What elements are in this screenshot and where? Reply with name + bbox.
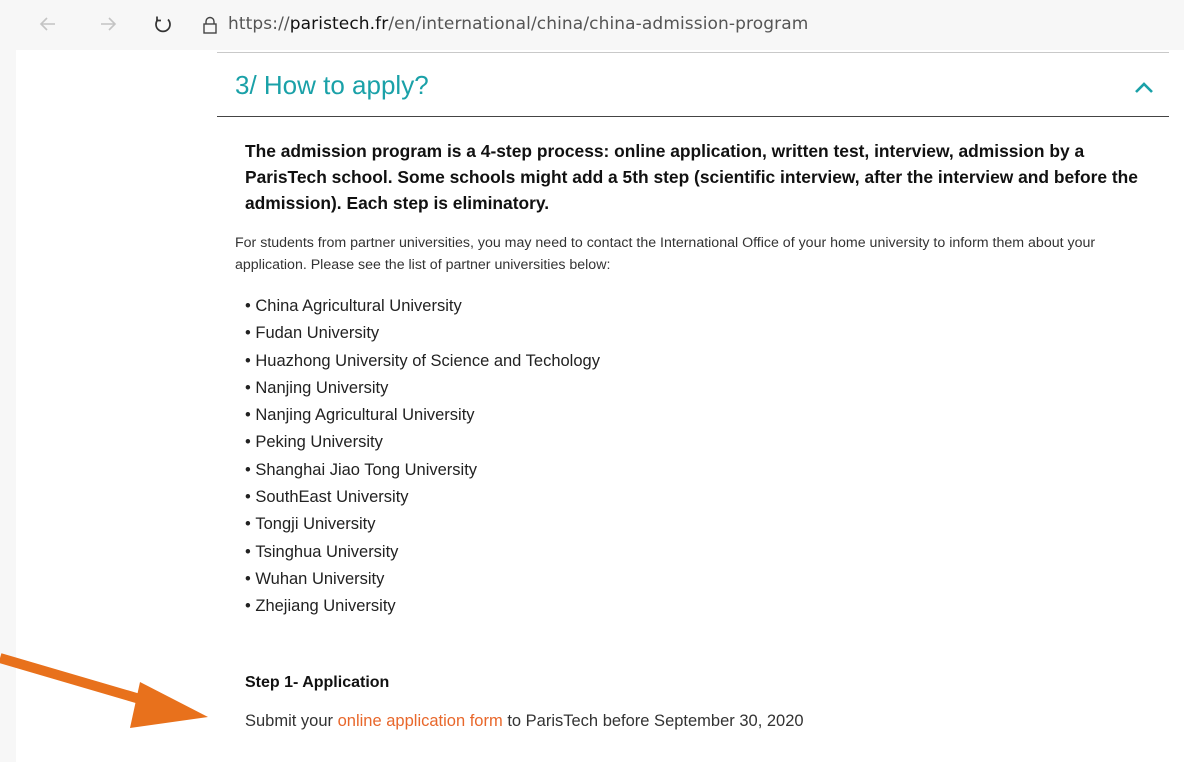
intro-paragraph: For students from partner universities, … <box>235 235 1096 273</box>
annotation-arrow-icon <box>0 653 208 728</box>
url-path: /en/international/china/china-admission-… <box>388 14 809 34</box>
lead-paragraph: The admission program is a 4-step proces… <box>245 141 1138 213</box>
list-item: Zhejiang University <box>245 593 600 620</box>
list-item: SouthEast University <box>245 484 600 511</box>
step-1-text: Submit your online application form to P… <box>245 712 804 731</box>
partner-university-list: China Agricultural University Fudan Univ… <box>245 293 600 621</box>
refresh-icon <box>155 16 171 33</box>
section-title[interactable]: 3/ How to apply? <box>235 70 429 101</box>
list-item: China Agricultural University <box>245 293 600 320</box>
address-bar[interactable]: https://paristech.fr/en/international/ch… <box>228 14 808 34</box>
list-item: Huazhong University of Science and Techo… <box>245 348 600 375</box>
list-item: Fudan University <box>245 320 600 347</box>
lock-icon <box>203 16 217 34</box>
chevron-up-icon[interactable] <box>1134 80 1154 94</box>
forward-arrow-icon <box>101 17 117 31</box>
step-1-text-after: to ParisTech before September 30, 2020 <box>502 712 804 730</box>
back-button[interactable] <box>36 12 60 36</box>
forward-button[interactable] <box>96 12 120 36</box>
back-arrow-icon <box>39 17 55 31</box>
list-item: Nanjing University <box>245 375 600 402</box>
url-prefix: https:// <box>228 14 290 34</box>
list-item: Tsinghua University <box>245 539 600 566</box>
divider <box>217 52 1169 53</box>
browser-toolbar: https://paristech.fr/en/international/ch… <box>0 0 1184 50</box>
online-application-form-link[interactable]: online application form <box>338 712 503 730</box>
divider <box>217 116 1169 117</box>
step-1-title: Step 1- Application <box>245 674 390 691</box>
list-item: Peking University <box>245 429 600 456</box>
refresh-button[interactable] <box>151 12 175 36</box>
list-item: Tongji University <box>245 511 600 538</box>
list-item: Wuhan University <box>245 566 600 593</box>
step-1-text-before: Submit your <box>245 712 338 730</box>
list-item: Shanghai Jiao Tong University <box>245 457 600 484</box>
list-item: Nanjing Agricultural University <box>245 402 600 429</box>
url-domain: paristech.fr <box>289 14 389 34</box>
